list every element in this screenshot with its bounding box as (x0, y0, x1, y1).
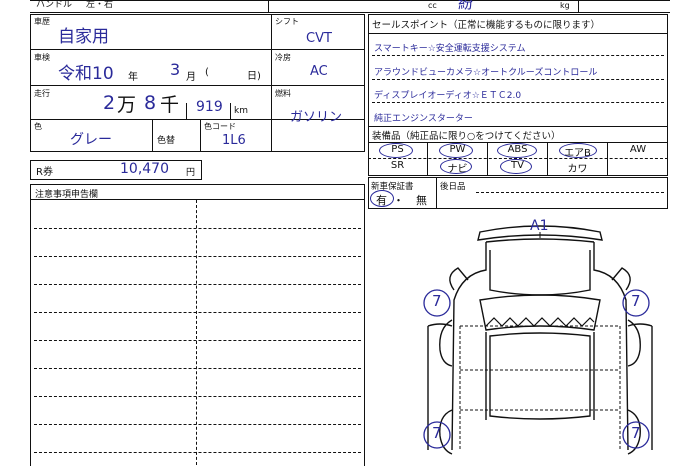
circle-pw (439, 143, 473, 158)
row-divider-2 (30, 85, 365, 87)
color-label: 色 (34, 122, 42, 131)
warranty-no: 無 (416, 194, 427, 207)
condition-mark-circles (423, 289, 650, 449)
color-subdivider-1 (152, 119, 154, 152)
kg-label: kg (560, 1, 570, 10)
color-code-value: 1L6 (222, 133, 246, 148)
recycle-unit: 円 (186, 168, 196, 178)
mileage-unit: km (234, 106, 248, 116)
color-code-label: 色コード (204, 122, 236, 131)
warranty-later-line (476, 192, 664, 193)
sales-line-3 (372, 102, 664, 103)
inspection-month-unit: 月 (186, 72, 196, 83)
car-inner-dashes (459, 325, 621, 450)
mileage-divider-b (230, 103, 231, 119)
ac-label: 冷房 (275, 53, 291, 62)
notes-ruled-line (34, 340, 361, 341)
row-divider-1 (30, 49, 271, 51)
condition-mark-rear-left: 7 (432, 424, 442, 442)
notes-ruled-line (34, 256, 361, 257)
warranty-sep: ・ (393, 194, 404, 207)
mileage-sen-digit: 8 (144, 92, 157, 114)
equipment-leather: カワ (567, 164, 588, 175)
warranty-divider (436, 177, 437, 209)
color-subdivider-2 (200, 119, 202, 152)
ac-value: AC (310, 64, 328, 79)
recycle-label: R券 (36, 167, 53, 178)
row-divider-right-1 (271, 49, 365, 51)
inspection-label: 車検 (34, 53, 50, 62)
col-divider (271, 14, 273, 152)
circle-abs (497, 143, 537, 158)
mileage-sen-unit: 千 (160, 94, 180, 116)
color-change-label: 色替 (157, 136, 176, 146)
equipment-aw: AW (629, 144, 647, 155)
notes-ruled-line (34, 424, 361, 425)
color-value: グレー (70, 132, 112, 148)
handle-label: ハンドル (36, 0, 73, 10)
condition-mark-front-right: 7 (631, 292, 641, 310)
circle-ps (379, 143, 413, 158)
shift-label: シフト (275, 17, 299, 26)
cc-label: cc (428, 1, 437, 10)
notes-center-dash (196, 200, 197, 466)
car-hatch-marks (485, 317, 595, 327)
sales-header-divider (368, 33, 668, 35)
inspection-era: 令和10 (58, 64, 114, 84)
recycle-value: 10,470 (120, 161, 169, 177)
sales-line-2 (372, 79, 664, 80)
notes-ruled-line (34, 284, 361, 285)
notes-ruled-line (34, 452, 361, 453)
recycle-box (30, 160, 202, 180)
warranty-later-label: 後日品 (440, 182, 466, 192)
equipment-label: 装備品（純正品に限り○をつけてください） (372, 131, 561, 142)
condition-mark-rear-right: 7 (631, 424, 641, 442)
inspection-year-unit: 年 (128, 72, 138, 83)
sales-point-2: アラウンドビューカメラ☆オートクルーズコントロール (374, 68, 598, 78)
history-value: 自家用 (58, 27, 109, 47)
circle-tv (500, 159, 532, 174)
mileage-man-digit: 2 (103, 92, 116, 114)
notes-ruled-line (34, 312, 361, 313)
sales-points-label: セールスポイント（正常に機能するものに限ります） (372, 20, 601, 31)
shift-value: CVT (306, 31, 332, 46)
handle-value: 左・右 (86, 0, 114, 10)
circle-navi (440, 159, 472, 174)
fuel-value: ガソリン (290, 110, 343, 125)
mileage-rest: 919 (196, 99, 223, 115)
inspection-day-unit: 日) (247, 71, 261, 82)
sales-point-1: スマートキー☆安全運転支援システム (374, 44, 526, 54)
inspection-paren: ( (205, 67, 209, 78)
row-divider-3 (30, 119, 271, 121)
car-diagram (423, 225, 653, 455)
mileage-man-unit: 万 (117, 94, 137, 116)
circle-airbag (559, 143, 597, 158)
car-outline (427, 225, 653, 455)
notes-ruled-line (34, 228, 361, 229)
mileage-divider-a (186, 103, 187, 119)
top-border (30, 0, 670, 2)
equipment-sr: SR (390, 160, 405, 171)
sales-line-1 (372, 55, 664, 56)
sales-point-3: ディスプレイオーディオ☆ＥＴＣ2.0 (374, 91, 522, 101)
condition-mark-front-left: 7 (432, 292, 442, 310)
sales-point-4: 純正エンジンスターター (374, 114, 473, 124)
notes-header-divider (30, 199, 365, 201)
top-divider-a (268, 0, 270, 12)
diagram-marker-a1: A1 (530, 218, 549, 234)
warranty-yes-circle (370, 190, 394, 207)
history-label: 車歴 (34, 17, 50, 26)
mileage-label: 走行 (34, 89, 50, 98)
fuel-label: 燃料 (275, 89, 291, 98)
inspection-month: 3 (170, 60, 181, 79)
top-divider-b (578, 0, 580, 12)
notes-ruled-line (34, 368, 361, 369)
notes-ruled-line (34, 396, 361, 397)
